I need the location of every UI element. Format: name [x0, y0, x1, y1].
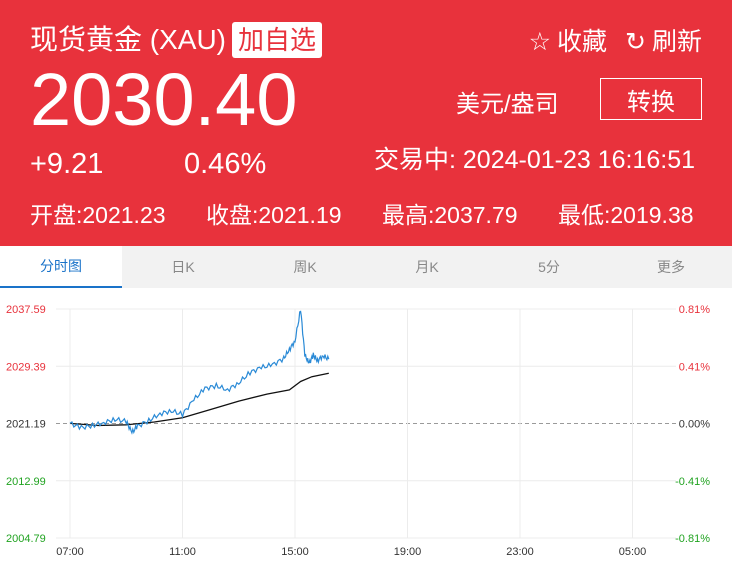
- trading-status: 交易中: 2024-01-23 16:16:51: [374, 140, 695, 176]
- stat-high: 最高:2037.79: [382, 202, 518, 228]
- x-tick-label: 23:00: [506, 546, 534, 558]
- refresh-icon: ↻: [625, 28, 646, 56]
- average-price-line: [69, 372, 329, 427]
- x-tick-label: 19:00: [394, 546, 422, 558]
- y-left-tick-label: 2004.79: [6, 533, 46, 545]
- convert-button[interactable]: 转换: [600, 78, 702, 120]
- refresh-label: 刷新: [651, 28, 702, 56]
- price-unit: 美元/盎司: [456, 91, 559, 118]
- quote-timestamp: 2024-01-23 16:16:51: [462, 146, 696, 174]
- trading-label: 交易中:: [374, 146, 456, 174]
- y-right-tick-label: 0.00%: [679, 419, 710, 431]
- y-left-tick-label: 2021.19: [6, 419, 46, 431]
- stat-open: 开盘:2021.23: [30, 202, 166, 228]
- quote-header: 现货黄金 (XAU) 加自选 ☆ 收藏 ↻ 刷新 2030.40 美元/盎司 转换 +…: [0, 0, 732, 246]
- tab-weekly-k[interactable]: 周K: [244, 246, 366, 288]
- intraday-chart[interactable]: 2037.59 2029.39 2021.19 2012.99 2004.79 0.81%…: [0, 292, 732, 563]
- favorite-button[interactable]: ☆ 收藏: [529, 22, 607, 58]
- tab-daily-k[interactable]: 日K: [122, 246, 244, 288]
- header-actions: ☆ 收藏 ↻ 刷新: [529, 22, 702, 58]
- tab-intraday[interactable]: 分时图: [0, 246, 122, 288]
- y-left-tick-label: 2037.59: [6, 304, 46, 316]
- x-tick-label: 07:00: [56, 546, 84, 558]
- price-line: [69, 310, 330, 435]
- y-left-tick-label: 2029.39: [6, 361, 46, 373]
- y-left-tick-label: 2012.99: [6, 476, 46, 488]
- instrument-name: 现货黄金 (XAU): [30, 24, 227, 55]
- x-tick-label: 11:00: [169, 546, 196, 558]
- price-change: +9.21: [30, 148, 104, 180]
- tab-monthly-k[interactable]: 月K: [366, 246, 488, 288]
- instrument-title: 现货黄金 (XAU) 加自选: [30, 18, 323, 58]
- chart-tabs: 分时图 日K 周K 月K 5分 更多: [0, 246, 732, 288]
- x-tick-label: 05:00: [619, 546, 647, 558]
- y-right-tick-label: 0.81%: [679, 304, 710, 316]
- favorite-label: 收藏: [557, 28, 608, 56]
- add-watchlist-button[interactable]: 加自选: [232, 22, 323, 58]
- price-change-percent: 0.46%: [184, 148, 267, 180]
- stat-close: 收盘:2021.19: [206, 202, 342, 228]
- y-right-tick-label: 0.41%: [679, 361, 710, 373]
- stats-row: 开盘:2021.23 收盘:2021.19 最高:2037.79 最低:2019…: [30, 196, 732, 230]
- refresh-button[interactable]: ↻ 刷新: [625, 22, 702, 58]
- tab-5min[interactable]: 5分: [488, 246, 610, 288]
- y-right-tick-label: -0.41%: [675, 476, 710, 488]
- x-tick-label: 15:00: [281, 546, 309, 558]
- tab-more[interactable]: 更多: [610, 246, 732, 288]
- current-price: 2030.40: [30, 58, 298, 141]
- star-icon: ☆: [528, 28, 552, 56]
- stat-low: 最低:2019.38: [558, 202, 694, 228]
- y-right-tick-label: -0.81%: [675, 533, 710, 545]
